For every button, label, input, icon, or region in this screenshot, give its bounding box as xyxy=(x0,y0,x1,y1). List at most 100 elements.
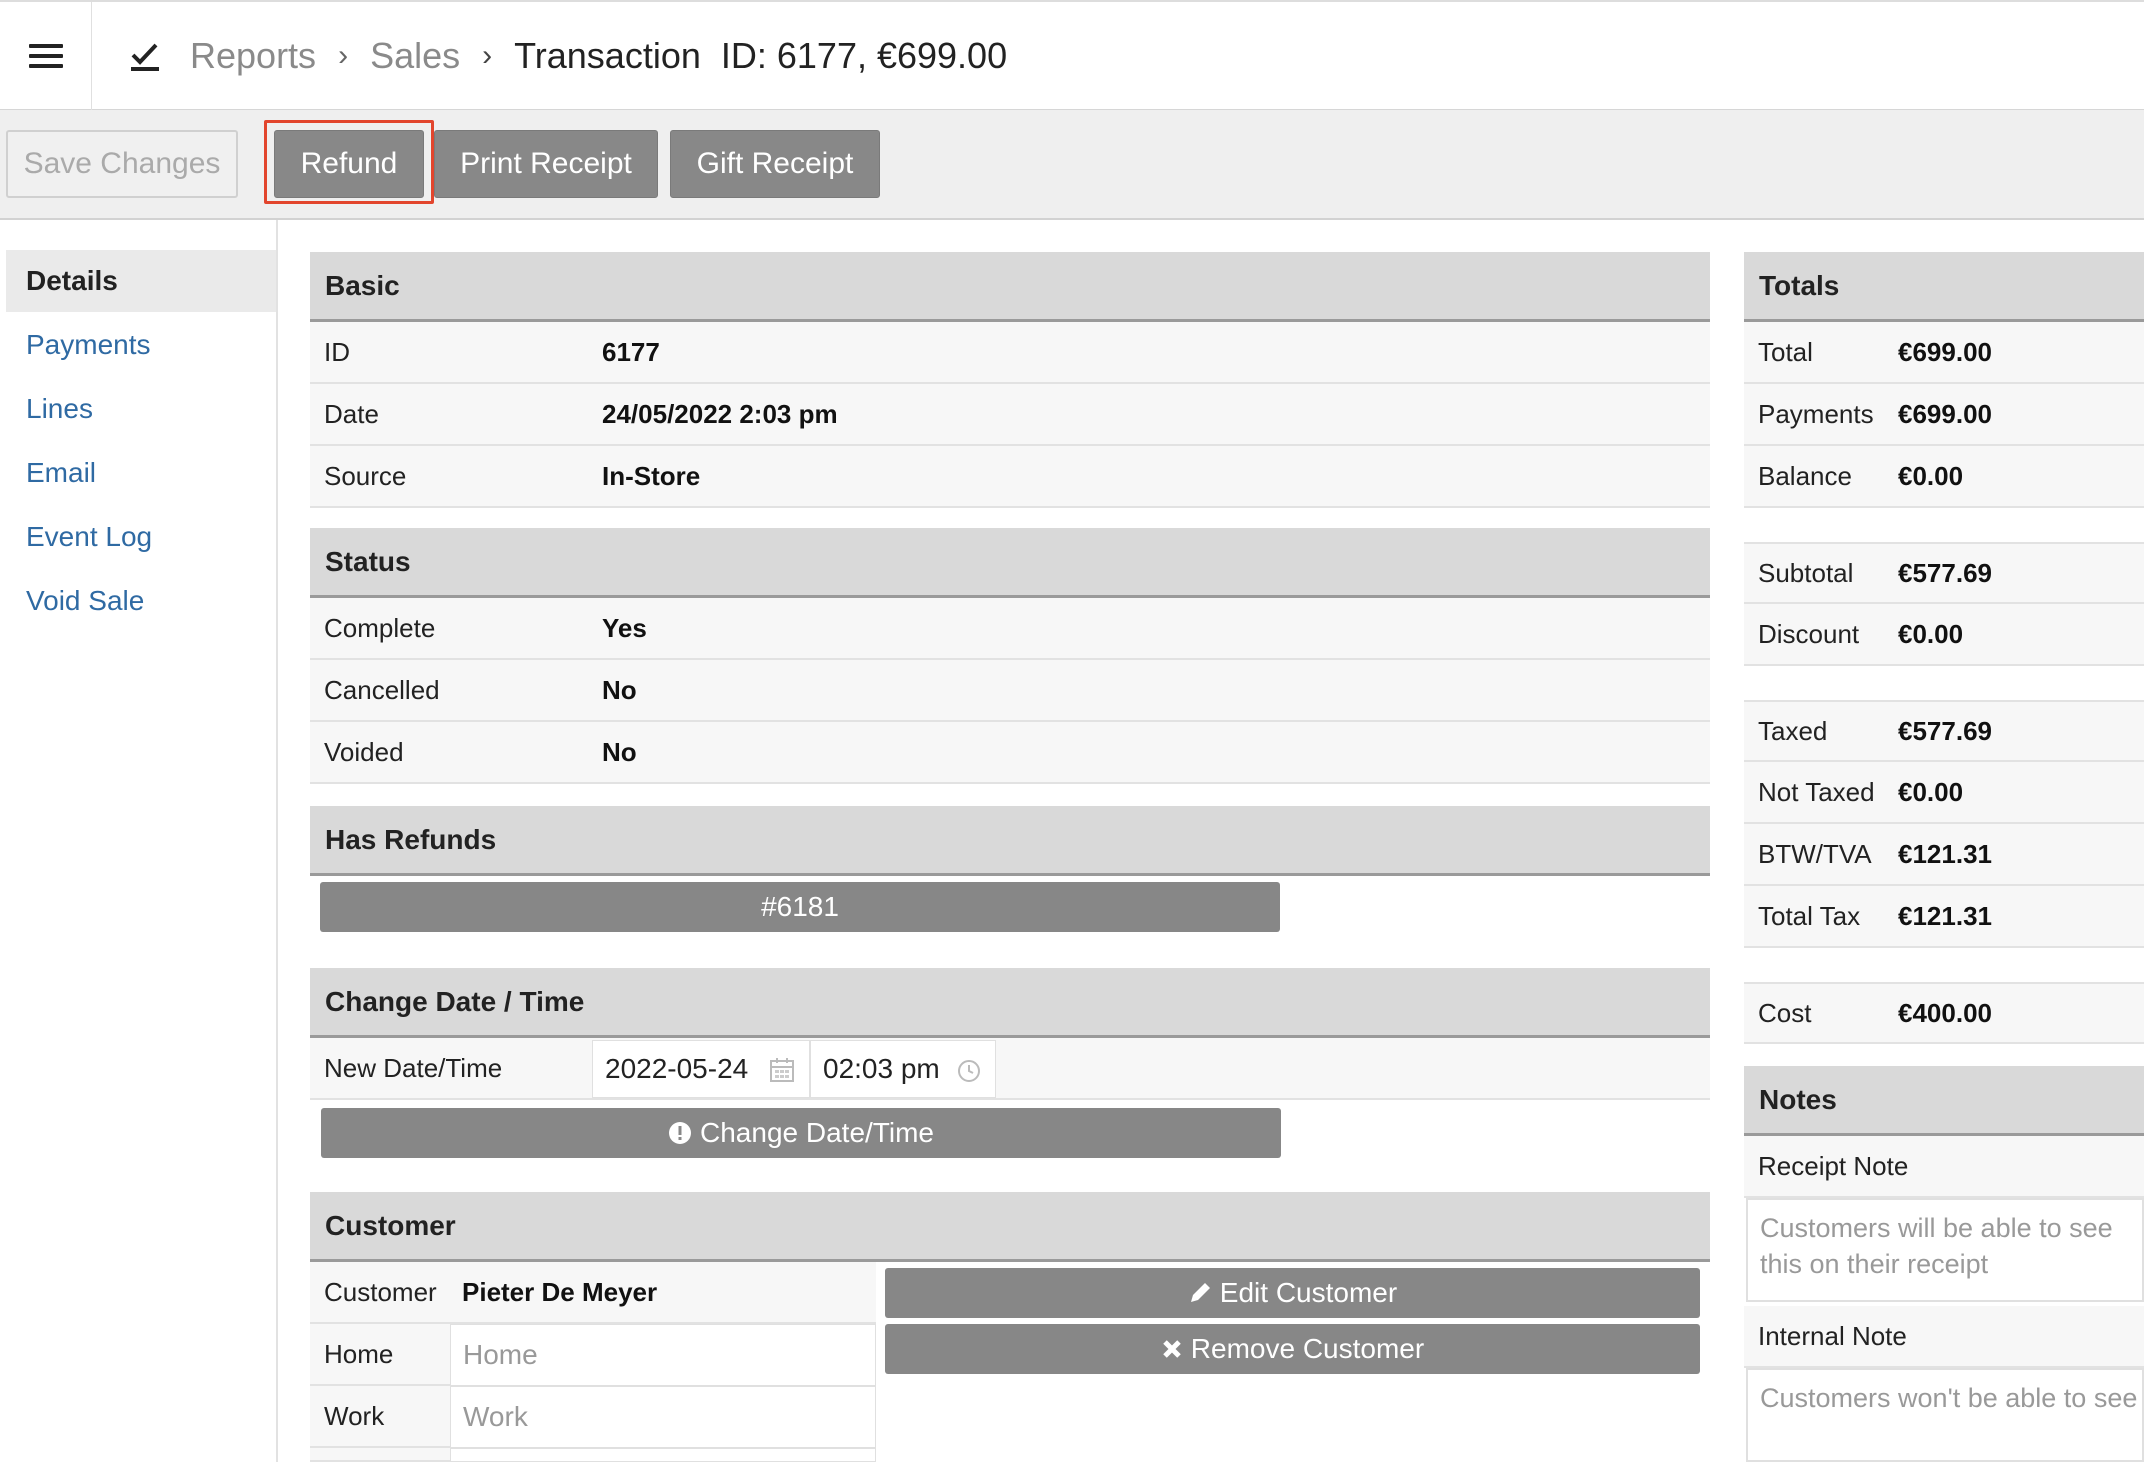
page-title: Transaction ID: 6177, €699.00 xyxy=(514,35,1008,76)
basic-row-id: ID 6177 xyxy=(310,322,1710,384)
row-label: Complete xyxy=(324,612,436,643)
row-label: Work xyxy=(324,1400,385,1431)
row-label: Cost xyxy=(1758,997,1812,1028)
row-label: Receipt Note xyxy=(1758,1150,1909,1181)
breadcrumb: Reports › Sales › Transaction ID: 6177, … xyxy=(128,2,1007,110)
totals-row-balance: Balance €0.00 xyxy=(1744,446,2144,508)
receipt-note-textarea[interactable]: Customers will be able to see this on th… xyxy=(1746,1198,2144,1302)
exclamation-circle-icon xyxy=(668,1121,692,1145)
sidebar-item-event-log[interactable]: Event Log xyxy=(6,506,276,568)
row-value: 24/05/2022 2:03 pm xyxy=(602,398,838,429)
sidebar-item-email[interactable]: Email xyxy=(6,442,276,504)
change-date-button[interactable]: Change Date/Time xyxy=(321,1108,1281,1158)
time-input[interactable]: 02:03 pm xyxy=(810,1040,996,1098)
breadcrumb-chevron-icon: › xyxy=(338,39,349,72)
breadcrumb-chevron-icon: › xyxy=(482,39,493,72)
chart-check-icon xyxy=(131,43,159,71)
row-value: Yes xyxy=(602,612,647,643)
sidebar-item-payments[interactable]: Payments xyxy=(6,314,276,376)
sidebar-item-lines[interactable]: Lines xyxy=(6,378,276,440)
refund-button[interactable]: Refund xyxy=(274,130,424,198)
row-value: €0.00 xyxy=(1898,776,1964,807)
totals-section-header: Totals xyxy=(1744,252,2144,322)
customer-name: Pieter De Meyer xyxy=(462,1276,658,1307)
row-label: Internal Note xyxy=(1758,1320,1907,1351)
customer-next-input[interactable] xyxy=(450,1448,876,1462)
row-value: In-Store xyxy=(602,460,701,491)
remove-customer-label: Remove Customer xyxy=(1190,1333,1425,1364)
basic-row-date: Date 24/05/2022 2:03 pm xyxy=(310,384,1710,446)
internal-note-row: Internal Note xyxy=(1744,1306,2144,1368)
row-label: Taxed xyxy=(1758,715,1828,746)
totals-row-cost: Cost €400.00 xyxy=(1744,982,2144,1044)
change-date-row: New Date/Time xyxy=(310,1038,1710,1100)
receipt-note-row: Receipt Note xyxy=(1744,1136,2144,1198)
edit-customer-button[interactable]: Edit Customer xyxy=(885,1268,1700,1318)
row-label: Source xyxy=(324,460,407,491)
calendar-icon[interactable] xyxy=(769,1057,795,1083)
row-label: BTW/TVA xyxy=(1758,838,1872,869)
close-icon xyxy=(1161,1338,1183,1360)
clock-icon[interactable] xyxy=(957,1059,981,1083)
row-value: €121.31 xyxy=(1898,838,1992,869)
row-value: €699.00 xyxy=(1898,336,1992,367)
row-value: €400.00 xyxy=(1898,997,1992,1028)
row-label: Balance xyxy=(1758,460,1852,491)
row-label: Date xyxy=(324,398,379,429)
save-changes-button[interactable]: Save Changes xyxy=(6,130,238,198)
date-input[interactable]: 2022-05-24 xyxy=(592,1040,810,1098)
status-row-voided: Voided No xyxy=(310,722,1710,784)
row-value: €121.31 xyxy=(1898,900,1992,931)
remove-customer-button[interactable]: Remove Customer xyxy=(885,1324,1700,1374)
basic-row-source: Source In-Store xyxy=(310,446,1710,508)
customer-section-header: Customer xyxy=(310,1192,1710,1262)
menu-button[interactable] xyxy=(0,2,92,110)
top-bar: Reports › Sales › Transaction ID: 6177, … xyxy=(0,0,2144,110)
status-row-complete: Complete Yes xyxy=(310,598,1710,660)
row-value: 6177 xyxy=(602,336,660,367)
refunds-section-header: Has Refunds xyxy=(310,806,1710,876)
row-label: Total xyxy=(1758,336,1813,367)
home-phone-input[interactable]: Home xyxy=(450,1324,876,1386)
time-value: 02:03 pm xyxy=(823,1053,940,1084)
row-value: €577.69 xyxy=(1898,557,1992,588)
status-row-cancelled: Cancelled No xyxy=(310,660,1710,722)
row-value: €0.00 xyxy=(1898,618,1964,649)
refund-link-button[interactable]: #6181 xyxy=(320,882,1280,932)
notes-section-header: Notes xyxy=(1744,1066,2144,1136)
work-phone-input[interactable]: Work xyxy=(450,1386,876,1448)
row-value: €0.00 xyxy=(1898,460,1964,491)
row-label: Payments xyxy=(1758,398,1874,429)
row-label: Discount xyxy=(1758,618,1860,649)
date-value: 2022-05-24 xyxy=(605,1053,749,1084)
action-toolbar: Save Changes Refund Print Receipt Gift R… xyxy=(0,110,2144,220)
sidebar-item-details[interactable]: Details xyxy=(6,250,276,312)
customer-row-name: Customer Pieter De Meyer xyxy=(310,1262,876,1324)
totals-row-total: Total €699.00 xyxy=(1744,322,2144,384)
sidebar: Details Payments Lines Email Event Log V… xyxy=(0,220,278,1462)
sidebar-item-void-sale[interactable]: Void Sale xyxy=(6,570,276,632)
change-date-section-header: Change Date / Time xyxy=(310,968,1710,1038)
totals-row-taxed: Taxed €577.69 xyxy=(1744,700,2144,762)
internal-note-textarea[interactable]: Customers won't be able to see this xyxy=(1746,1368,2144,1462)
row-label: Not Taxed xyxy=(1758,776,1875,807)
print-receipt-button[interactable]: Print Receipt xyxy=(434,130,658,198)
row-label: Home xyxy=(324,1338,394,1369)
hamburger-menu-icon xyxy=(28,44,63,68)
basic-section-header: Basic xyxy=(310,252,1710,322)
breadcrumb-sales[interactable]: Sales xyxy=(370,35,460,77)
gift-receipt-button[interactable]: Gift Receipt xyxy=(670,130,880,198)
row-label: Total Tax xyxy=(1758,900,1861,931)
row-label: Voided xyxy=(324,736,404,767)
row-label: Customer xyxy=(324,1276,437,1307)
change-date-button-label: Change Date/Time xyxy=(700,1117,934,1148)
row-value: €577.69 xyxy=(1898,715,1992,746)
totals-row-payments: Payments €699.00 xyxy=(1744,384,2144,446)
totals-row-not-taxed: Not Taxed €0.00 xyxy=(1744,762,2144,824)
row-label: ID xyxy=(324,336,350,367)
totals-row-subtotal: Subtotal €577.69 xyxy=(1744,542,2144,604)
row-value: No xyxy=(602,736,637,767)
totals-row-discount: Discount €0.00 xyxy=(1744,604,2144,666)
breadcrumb-reports[interactable]: Reports xyxy=(190,35,316,77)
totals-row-btw-tva: BTW/TVA €121.31 xyxy=(1744,824,2144,886)
